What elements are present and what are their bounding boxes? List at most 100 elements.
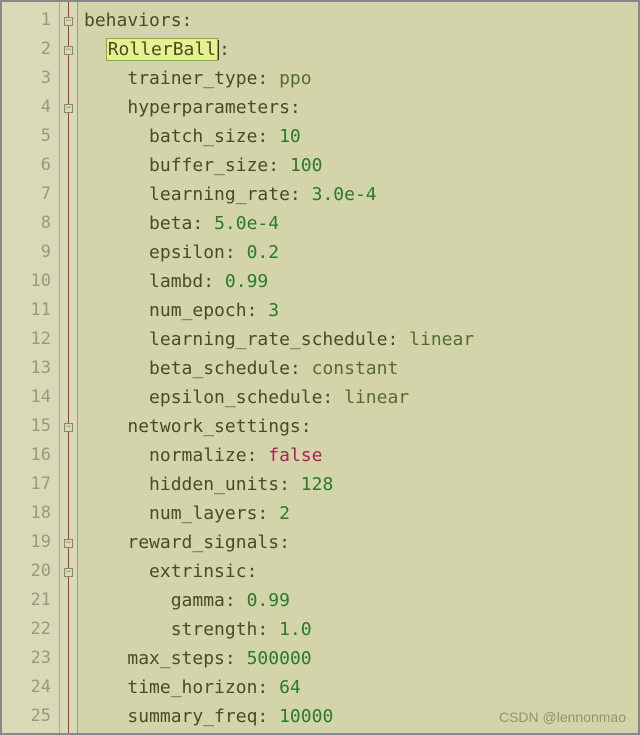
line-number: 2 xyxy=(2,35,59,64)
code-line[interactable]: lambd: 0.99 xyxy=(84,267,638,296)
line-number: 19 xyxy=(2,528,59,557)
code-line[interactable]: learning_rate: 3.0e-4 xyxy=(84,180,638,209)
code-line[interactable]: RollerBall: xyxy=(84,35,638,64)
line-number: 3 xyxy=(2,64,59,93)
yaml-key: trainer_type xyxy=(127,68,257,89)
fold-minus-icon[interactable]: − xyxy=(64,539,73,548)
line-number: 17 xyxy=(2,470,59,499)
code-line[interactable]: time_horizon: 64 xyxy=(84,673,638,702)
fold-marker[interactable]: − xyxy=(60,93,77,122)
yaml-key: reward_signals xyxy=(127,532,279,553)
fold-marker xyxy=(60,615,77,644)
yaml-key: learning_rate xyxy=(149,184,290,205)
code-line[interactable]: normalize: false xyxy=(84,441,638,470)
fold-marker[interactable]: − xyxy=(60,557,77,586)
fold-marker xyxy=(60,383,77,412)
yaml-value: constant xyxy=(312,358,399,379)
code-line[interactable]: extrinsic: xyxy=(84,557,638,586)
colon: : xyxy=(257,126,268,147)
code-line[interactable]: num_layers: 2 xyxy=(84,499,638,528)
fold-marker xyxy=(60,238,77,267)
code-line[interactable]: hyperparameters: xyxy=(84,93,638,122)
fold-marker[interactable]: − xyxy=(60,412,77,441)
fold-marker xyxy=(60,151,77,180)
yaml-key: lambd xyxy=(149,271,203,292)
fold-minus-icon[interactable]: − xyxy=(64,568,73,577)
yaml-key: learning_rate_schedule xyxy=(149,329,387,350)
colon: : xyxy=(290,184,301,205)
code-line[interactable]: hidden_units: 128 xyxy=(84,470,638,499)
fold-marker xyxy=(60,644,77,673)
yaml-value: 5.0e-4 xyxy=(214,213,279,234)
colon: : xyxy=(257,677,268,698)
code-line[interactable]: buffer_size: 100 xyxy=(84,151,638,180)
fold-marker xyxy=(60,470,77,499)
code-line[interactable]: max_steps: 500000 xyxy=(84,644,638,673)
yaml-value: 0.99 xyxy=(247,590,290,611)
yaml-key: num_epoch xyxy=(149,300,247,321)
code-line[interactable]: beta_schedule: constant xyxy=(84,354,638,383)
fold-marker xyxy=(60,702,77,731)
fold-marker xyxy=(60,325,77,354)
fold-minus-icon[interactable]: − xyxy=(64,17,73,26)
line-number: 6 xyxy=(2,151,59,180)
yaml-value: 3 xyxy=(268,300,279,321)
fold-marker[interactable]: − xyxy=(60,6,77,35)
line-number: 4 xyxy=(2,93,59,122)
yaml-value: 10 xyxy=(279,126,301,147)
line-number: 24 xyxy=(2,673,59,702)
code-line[interactable]: num_epoch: 3 xyxy=(84,296,638,325)
yaml-key: time_horizon xyxy=(127,677,257,698)
colon: : xyxy=(290,358,301,379)
yaml-value: 2 xyxy=(279,503,290,524)
code-editor: 1234567891011121314151617181920212223242… xyxy=(2,2,638,733)
line-number: 5 xyxy=(2,122,59,151)
fold-marker xyxy=(60,209,77,238)
yaml-value: 0.2 xyxy=(247,242,280,263)
fold-marker xyxy=(60,441,77,470)
yaml-key: epsilon_schedule xyxy=(149,387,322,408)
code-line[interactable]: epsilon_schedule: linear xyxy=(84,383,638,412)
fold-minus-icon[interactable]: − xyxy=(64,46,73,55)
code-line[interactable]: behaviors: xyxy=(84,6,638,35)
code-line[interactable]: reward_signals: xyxy=(84,528,638,557)
fold-marker xyxy=(60,673,77,702)
colon: : xyxy=(225,648,236,669)
line-number: 23 xyxy=(2,644,59,673)
yaml-key: normalize xyxy=(149,445,247,466)
fold-marker[interactable]: − xyxy=(60,35,77,64)
code-line[interactable]: batch_size: 10 xyxy=(84,122,638,151)
code-line[interactable]: gamma: 0.99 xyxy=(84,586,638,615)
fold-minus-icon[interactable]: − xyxy=(64,104,73,113)
yaml-key: num_layers xyxy=(149,503,257,524)
yaml-key: strength xyxy=(171,619,258,640)
code-line[interactable]: learning_rate_schedule: linear xyxy=(84,325,638,354)
line-number: 16 xyxy=(2,441,59,470)
line-number: 13 xyxy=(2,354,59,383)
colon: : xyxy=(257,706,268,727)
code-area[interactable]: behaviors: RollerBall: trainer_type: ppo… xyxy=(78,2,638,733)
code-line[interactable]: network_settings: xyxy=(84,412,638,441)
code-line[interactable]: beta: 5.0e-4 xyxy=(84,209,638,238)
code-line[interactable]: trainer_type: ppo xyxy=(84,64,638,93)
line-number: 18 xyxy=(2,499,59,528)
yaml-key: batch_size xyxy=(149,126,257,147)
fold-gutter: − − − − − − xyxy=(60,2,78,733)
code-line[interactable]: epsilon: 0.2 xyxy=(84,238,638,267)
fold-marker[interactable]: − xyxy=(60,528,77,557)
colon: : xyxy=(268,155,279,176)
fold-marker xyxy=(60,586,77,615)
line-number: 14 xyxy=(2,383,59,412)
fold-marker xyxy=(60,267,77,296)
line-number: 1 xyxy=(2,6,59,35)
colon: : xyxy=(247,445,258,466)
colon: : xyxy=(203,271,214,292)
fold-minus-icon[interactable]: − xyxy=(64,423,73,432)
yaml-value: linear xyxy=(344,387,409,408)
yaml-value: 0.99 xyxy=(225,271,268,292)
fold-marker xyxy=(60,354,77,383)
yaml-value: false xyxy=(268,445,322,466)
yaml-key: max_steps xyxy=(127,648,225,669)
code-line[interactable]: strength: 1.0 xyxy=(84,615,638,644)
yaml-key: gamma xyxy=(171,590,225,611)
